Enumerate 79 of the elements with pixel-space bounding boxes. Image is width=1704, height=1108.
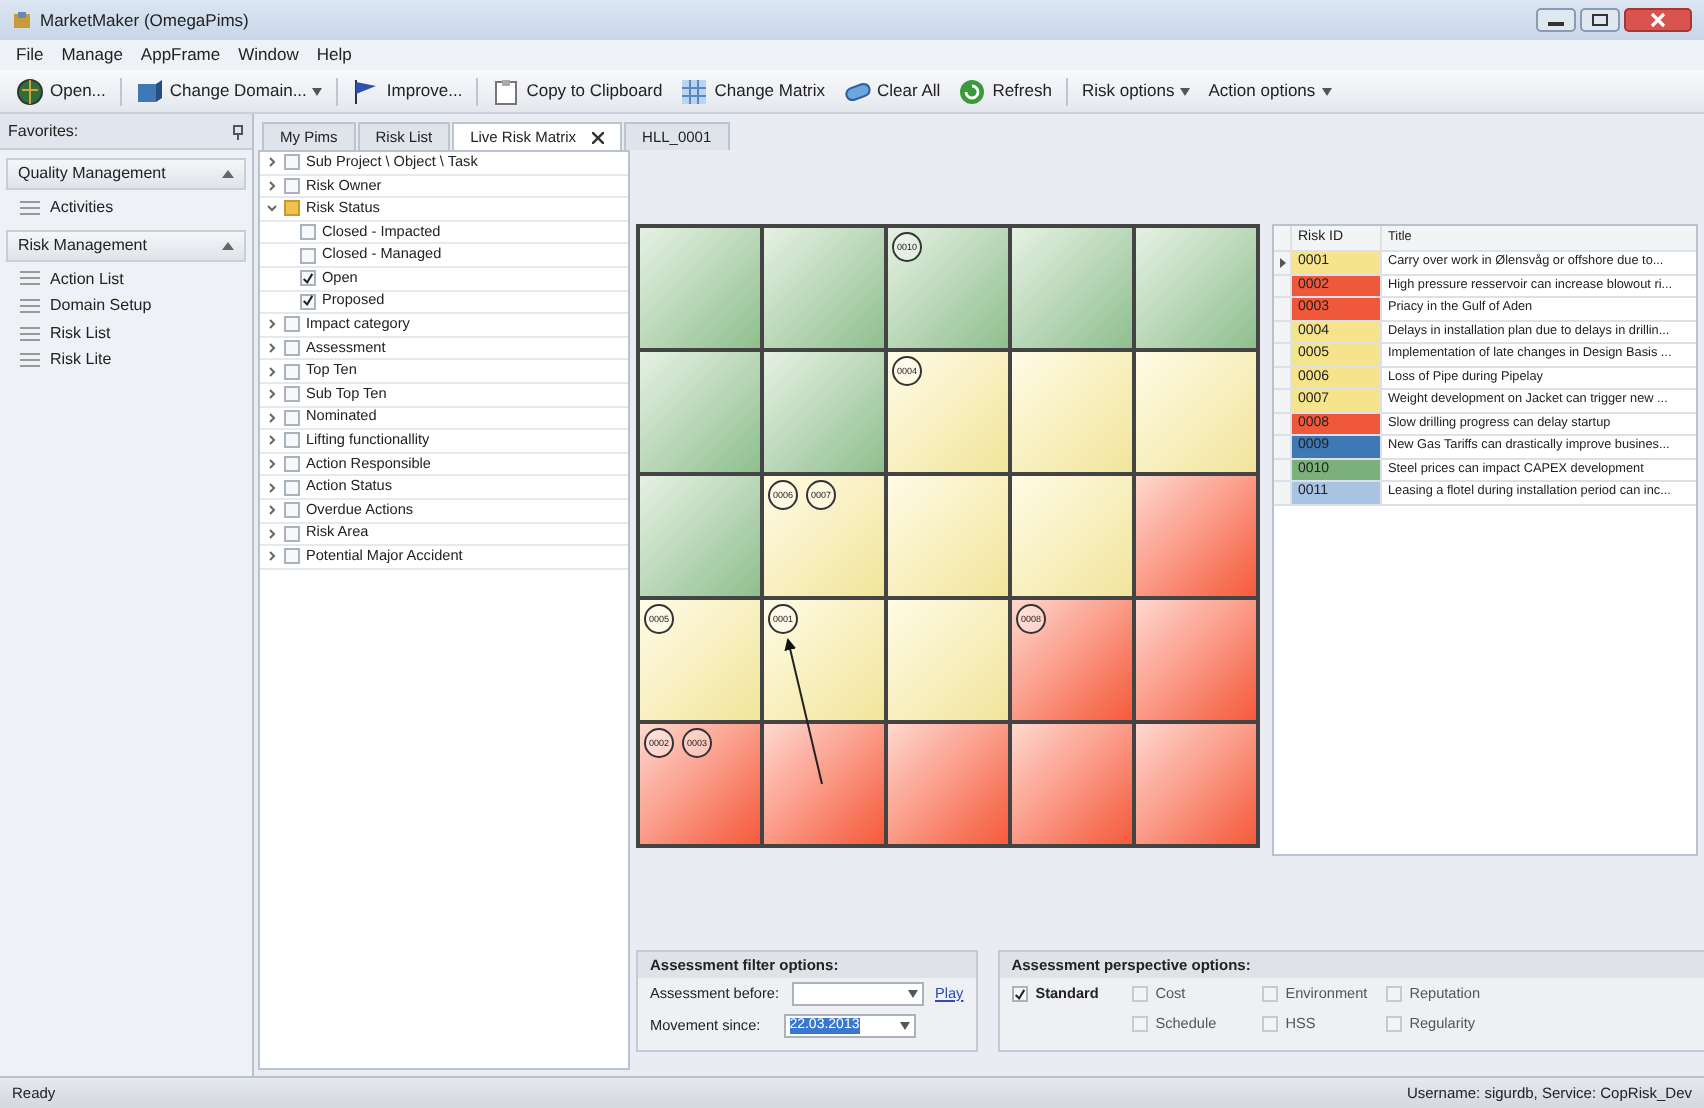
- menu-item[interactable]: Window: [238, 44, 299, 66]
- chevron-right-icon[interactable]: [266, 365, 278, 378]
- menu-item[interactable]: File: [16, 44, 44, 66]
- sidebar-item[interactable]: Action List: [50, 269, 124, 289]
- checkbox[interactable]: [284, 340, 300, 357]
- caret-icon: [899, 1022, 910, 1030]
- toolbar-button[interactable]: Change Matrix: [676, 75, 830, 107]
- sidebar-item[interactable]: Risk Lite: [50, 350, 112, 370]
- toolbar-button[interactable]: Clear All: [839, 75, 945, 107]
- chevron-right-icon[interactable]: [266, 342, 278, 355]
- list-icon: [20, 270, 40, 287]
- sidebar-item[interactable]: Activities: [50, 198, 114, 218]
- menu-item[interactable]: Help: [316, 44, 352, 66]
- checkbox[interactable]: [284, 200, 300, 217]
- list-icon: [20, 352, 40, 369]
- minimize-icon[interactable]: [1536, 8, 1576, 32]
- checkbox[interactable]: [300, 247, 316, 264]
- sidebar-item[interactable]: Domain Setup: [50, 296, 152, 316]
- flag-icon: [352, 77, 381, 105]
- chevron-right-icon[interactable]: [266, 411, 278, 424]
- checkbox[interactable]: [284, 502, 300, 519]
- date-dropdown[interactable]: [791, 982, 923, 1006]
- chevron-right-icon[interactable]: [266, 318, 278, 331]
- sidebar-item[interactable]: Risk List: [50, 323, 111, 343]
- refresh-icon: [958, 77, 987, 105]
- globe-icon: [16, 77, 44, 105]
- eraser-icon: [843, 77, 872, 105]
- checkbox[interactable]: [284, 154, 300, 171]
- checkbox[interactable]: [284, 316, 300, 333]
- toolbar-button[interactable]: Action options: [1204, 78, 1336, 104]
- checkbox[interactable]: [284, 177, 300, 194]
- caret-icon: [907, 990, 917, 998]
- close-icon[interactable]: [1624, 8, 1692, 32]
- chevron-right-icon[interactable]: [266, 504, 278, 517]
- chevron-right-icon[interactable]: [266, 156, 278, 169]
- cube-icon: [135, 77, 164, 105]
- group-header[interactable]: Risk Management: [6, 229, 246, 262]
- checkbox[interactable]: [284, 525, 300, 542]
- chevron-right-icon[interactable]: [266, 527, 278, 540]
- grid-icon: [680, 77, 709, 105]
- toolbar-button[interactable]: Open...: [12, 75, 110, 107]
- clipboard-icon: [492, 77, 521, 105]
- menu-item[interactable]: Manage: [61, 44, 123, 66]
- row-pointer-icon: [1279, 257, 1285, 268]
- toolbar-button[interactable]: Copy to Clipboard: [488, 75, 667, 107]
- checkbox[interactable]: [284, 409, 300, 426]
- chevron-right-icon[interactable]: [266, 481, 278, 494]
- group-header[interactable]: Quality Management: [6, 158, 246, 190]
- chevron-right-icon[interactable]: [266, 458, 278, 471]
- checkbox[interactable]: [284, 456, 300, 473]
- checkbox[interactable]: [284, 432, 300, 449]
- maximize-icon[interactable]: [1580, 8, 1620, 32]
- checkbox[interactable]: [284, 548, 300, 565]
- menu-item[interactable]: AppFrame: [140, 44, 221, 66]
- chevron-right-icon[interactable]: [266, 388, 278, 401]
- checkbox[interactable]: [1011, 986, 1028, 1003]
- pin-icon[interactable]: [232, 123, 244, 139]
- window-title: MarketMaker (OmegaPims): [40, 9, 249, 31]
- chevron-down-icon[interactable]: [266, 202, 278, 215]
- chevron-right-icon[interactable]: [266, 550, 278, 563]
- toolbar-button[interactable]: Improve...: [348, 75, 467, 107]
- checkbox[interactable]: [300, 293, 316, 310]
- list-icon: [20, 297, 40, 314]
- checkbox[interactable]: [284, 386, 300, 403]
- app-icon: [12, 10, 32, 30]
- checkbox[interactable]: [300, 224, 316, 241]
- chevron-right-icon[interactable]: [266, 179, 278, 192]
- chevron-right-icon[interactable]: [266, 434, 278, 447]
- sidebar-title: Favorites:: [8, 121, 79, 141]
- list-icon: [20, 199, 40, 216]
- checkbox[interactable]: [284, 363, 300, 380]
- close-icon[interactable]: [592, 131, 605, 143]
- checkbox[interactable]: [300, 270, 316, 287]
- toolbar-button[interactable]: Change Domain...: [131, 75, 327, 107]
- toolbar-button[interactable]: Refresh: [954, 75, 1056, 107]
- checkbox[interactable]: [284, 479, 300, 496]
- toolbar-button[interactable]: Risk options: [1077, 78, 1195, 104]
- list-icon: [20, 325, 40, 342]
- row-header[interactable]: [1274, 252, 1292, 273]
